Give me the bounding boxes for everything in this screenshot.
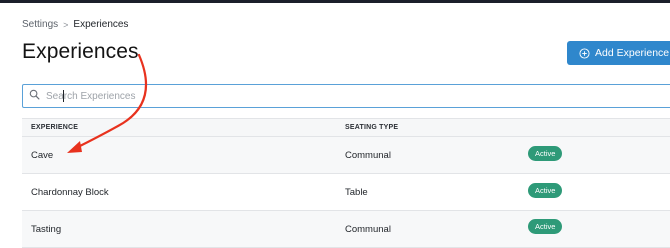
add-experience-label: Add Experience: [595, 47, 670, 59]
breadcrumb-current: Experiences: [73, 19, 129, 30]
text-cursor: [63, 90, 64, 102]
search-input[interactable]: [46, 90, 646, 102]
top-app-bar: [0, 0, 670, 3]
plus-circle-icon: [579, 47, 590, 59]
column-header-seating-type[interactable]: SEATING TYPE: [345, 124, 398, 131]
experiences-table: EXPERIENCE SEATING TYPE Cave Communal Ac…: [22, 118, 670, 248]
experience-name[interactable]: Chardonnay Block: [31, 187, 109, 198]
search-field[interactable]: [22, 84, 670, 108]
status-badge: Active: [528, 183, 563, 198]
page-title: Experiences: [22, 40, 139, 63]
column-header-experience[interactable]: EXPERIENCE: [31, 124, 78, 131]
experience-name[interactable]: Cave: [31, 150, 53, 161]
table-row[interactable]: Chardonnay Block Table Active: [22, 174, 670, 211]
status-badge: Active: [528, 146, 563, 161]
table-row[interactable]: Tasting Communal Active: [22, 211, 670, 248]
breadcrumb-settings-link[interactable]: Settings: [22, 19, 58, 30]
experience-name[interactable]: Tasting: [31, 224, 61, 235]
breadcrumb-separator: >: [63, 19, 69, 30]
seating-type: Communal: [345, 150, 391, 161]
table-header: EXPERIENCE SEATING TYPE: [22, 119, 670, 137]
seating-type: Table: [345, 187, 368, 198]
table-row[interactable]: Cave Communal Active: [22, 137, 670, 174]
search-icon: [29, 87, 40, 105]
add-experience-button[interactable]: Add Experience: [567, 41, 670, 65]
breadcrumb: Settings > Experiences: [22, 19, 128, 30]
seating-type: Communal: [345, 224, 391, 235]
status-badge: Active: [528, 219, 563, 234]
